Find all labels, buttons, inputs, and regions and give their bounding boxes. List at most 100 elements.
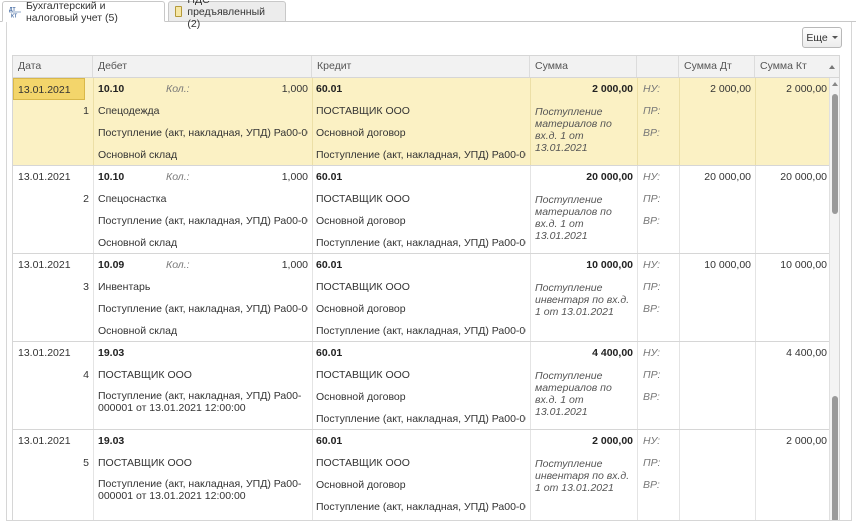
scroll-thumb[interactable]: [832, 94, 838, 214]
sum-kt-value[interactable]: 2 000,00: [757, 430, 827, 452]
debit-subconto-2[interactable]: Поступление (акт, накладная, УПД) Ра00-0…: [98, 298, 308, 320]
entry-content[interactable]: Поступление инвентаря по вх.д. 1 от 13.0…: [535, 282, 635, 318]
sum-dt-value[interactable]: 20 000,00: [681, 166, 751, 188]
credit-subconto-3[interactable]: Поступление (акт, накладная, УПД) Ра00-0…: [316, 320, 526, 342]
date-cell[interactable]: 13.01.2021: [18, 430, 90, 452]
col-date[interactable]: Дата: [13, 56, 93, 77]
pr-label: ПР:: [643, 193, 661, 205]
credit-subconto-3[interactable]: Поступление (акт, накладная, УПД) Ра00-0…: [316, 144, 526, 166]
sum-value[interactable]: 2 000,00: [533, 78, 633, 100]
credit-subconto-2[interactable]: Основной договор: [316, 122, 526, 144]
qty-value[interactable]: 1,000: [253, 254, 308, 276]
sum-value[interactable]: 20 000,00: [533, 166, 633, 188]
sort-icon: [829, 65, 835, 69]
sum-kt-value[interactable]: 4 400,00: [757, 342, 827, 364]
credit-subconto-1[interactable]: ПОСТАВЩИК ООО: [316, 276, 526, 298]
credit-subconto-2[interactable]: Основной договор: [316, 298, 526, 320]
date-cell[interactable]: 13.01.2021: [18, 166, 90, 188]
row-number: 4: [83, 369, 89, 381]
sum-kt-value[interactable]: 2 000,00: [757, 78, 827, 100]
credit-subconto-2[interactable]: Основной договор: [316, 210, 526, 232]
col-sum-dt[interactable]: Сумма Дт: [679, 56, 755, 77]
debit-subconto-2[interactable]: Поступление (акт, накладная, УПД) Ра00-0…: [98, 210, 308, 232]
entry-content[interactable]: Поступление инвентаря по вх.д. 1 от 13.0…: [535, 458, 635, 494]
debit-subconto-2[interactable]: Поступление (акт, накладная, УПД) Ра00-0…: [98, 390, 308, 414]
debit-account[interactable]: 10.10: [98, 166, 158, 188]
nu-label: НУ:: [643, 347, 660, 359]
tab-accounting[interactable]: ДТ КТ Бухгалтерский и налоговый учет (5): [2, 0, 165, 24]
credit-subconto-3[interactable]: Поступление (акт, накладная, УПД) Ра00-0…: [316, 232, 526, 254]
sum-value[interactable]: 4 400,00: [533, 342, 633, 364]
credit-subconto-1[interactable]: ПОСТАВЩИК ООО: [316, 100, 526, 122]
credit-subconto-3[interactable]: Поступление (акт, накладная, УПД) Ра00-0…: [316, 496, 526, 518]
entry-content[interactable]: Поступление материалов по вх.д. 1 от 13.…: [535, 194, 635, 242]
sum-dt-value[interactable]: 2 000,00: [681, 78, 751, 100]
debit-subconto-2[interactable]: Поступление (акт, накладная, УПД) Ра00-0…: [98, 478, 308, 502]
credit-account[interactable]: 60.01: [316, 342, 526, 364]
sum-value[interactable]: 10 000,00: [533, 254, 633, 276]
sum-value[interactable]: 2 000,00: [533, 430, 633, 452]
credit-subconto-1[interactable]: ПОСТАВЩИК ООО: [316, 364, 526, 386]
sum-dt-value[interactable]: [681, 342, 751, 364]
more-button[interactable]: Еще: [802, 27, 842, 48]
table-row[interactable]: 13.01.2021 1 10.10 Кол.: 1,000 Спецодежд…: [13, 78, 829, 166]
debit-account[interactable]: 10.10: [98, 78, 158, 100]
credit-account[interactable]: 60.01: [316, 430, 526, 452]
scroll-thumb-lower[interactable]: [832, 396, 838, 520]
sum-dt-value[interactable]: [681, 430, 751, 452]
qty-label: Кол.:: [166, 259, 190, 271]
credit-account[interactable]: 60.01: [316, 254, 526, 276]
col-flags[interactable]: [637, 56, 679, 77]
entries-table: Дата Дебет Кредит Сумма Сумма Дт Сумма К…: [12, 55, 840, 521]
table-row[interactable]: 13.01.2021 4 19.03 ПОСТАВЩИК ООО Поступл…: [13, 342, 829, 430]
credit-subconto-3[interactable]: Поступление (акт, накладная, УПД) Ра00-0…: [316, 408, 526, 430]
qty-label: Кол.:: [166, 83, 190, 95]
col-credit[interactable]: Кредит: [312, 56, 530, 77]
debit-subconto-1[interactable]: Спецоснастка: [98, 188, 308, 210]
col-sum-kt[interactable]: Сумма Кт: [755, 56, 839, 77]
credit-subconto-2[interactable]: Основной договор: [316, 474, 526, 496]
entry-content[interactable]: Поступление материалов по вх.д. 1 от 13.…: [535, 106, 635, 154]
debit-subconto-1[interactable]: Спецодежда: [98, 100, 308, 122]
scroll-up-icon[interactable]: [832, 82, 838, 86]
debit-subconto-3[interactable]: Основной склад: [98, 144, 308, 166]
debit-subconto-2[interactable]: Поступление (акт, накладная, УПД) Ра00-0…: [98, 122, 308, 144]
tab-vat[interactable]: НДС предъявленный (2): [168, 0, 286, 30]
debit-subconto-1[interactable]: ПОСТАВЩИК ООО: [98, 364, 308, 386]
credit-subconto-1[interactable]: ПОСТАВЩИК ООО: [316, 188, 526, 210]
debit-subconto-3[interactable]: Основной склад: [98, 232, 308, 254]
debit-account[interactable]: 19.03: [98, 430, 158, 452]
table-row[interactable]: 13.01.2021 3 10.09 Кол.: 1,000 Инвентарь…: [13, 254, 829, 342]
col-sum[interactable]: Сумма: [530, 56, 637, 77]
date-cell[interactable]: 13.01.2021: [18, 254, 90, 276]
pr-label: ПР:: [643, 369, 661, 381]
sum-kt-value[interactable]: 10 000,00: [757, 254, 827, 276]
debit-subconto-3[interactable]: Основной склад: [98, 320, 308, 342]
table-row[interactable]: 13.01.2021 2 10.10 Кол.: 1,000 Спецоснас…: [13, 166, 829, 254]
pr-label: ПР:: [643, 281, 661, 293]
qty-value[interactable]: 1,000: [253, 78, 308, 100]
dt-kt-icon: ДТ КТ: [9, 6, 21, 18]
table-header: Дата Дебет Кредит Сумма Сумма Дт Сумма К…: [13, 56, 839, 78]
debit-subconto-1[interactable]: ПОСТАВЩИК ООО: [98, 452, 308, 474]
nu-label: НУ:: [643, 259, 660, 271]
sum-dt-value[interactable]: 10 000,00: [681, 254, 751, 276]
col-debit[interactable]: Дебет: [93, 56, 312, 77]
vr-label: ВР:: [643, 303, 660, 315]
credit-subconto-2[interactable]: Основной договор: [316, 386, 526, 408]
debit-account[interactable]: 10.09: [98, 254, 158, 276]
date-cell[interactable]: 13.01.2021: [18, 342, 90, 364]
debit-account[interactable]: 19.03: [98, 342, 158, 364]
credit-subconto-1[interactable]: ПОСТАВЩИК ООО: [316, 452, 526, 474]
vertical-scrollbar[interactable]: [829, 78, 839, 520]
date-cell[interactable]: 13.01.2021: [13, 78, 85, 100]
qty-value[interactable]: 1,000: [253, 166, 308, 188]
table-row[interactable]: 13.01.2021 5 19.03 ПОСТАВЩИК ООО Поступл…: [13, 430, 829, 520]
sum-kt-value[interactable]: 20 000,00: [757, 166, 827, 188]
pr-label: ПР:: [643, 457, 661, 469]
pr-label: ПР:: [643, 105, 661, 117]
debit-subconto-1[interactable]: Инвентарь: [98, 276, 308, 298]
credit-account[interactable]: 60.01: [316, 78, 526, 100]
credit-account[interactable]: 60.01: [316, 166, 526, 188]
entry-content[interactable]: Поступление материалов по вх.д. 1 от 13.…: [535, 370, 635, 418]
